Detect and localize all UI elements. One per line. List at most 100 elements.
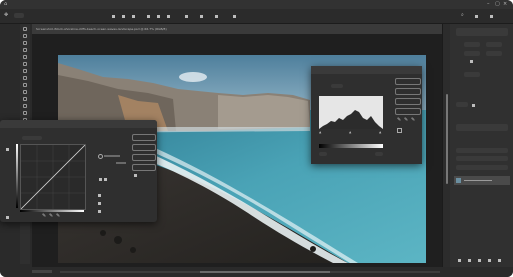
horizontal-scroll-thumb[interactable] [200, 271, 330, 273]
workspace-icon[interactable] [475, 15, 478, 18]
menu-bar: ⌂ – ▢ × [0, 0, 513, 9]
white-point-slider-icon[interactable]: ▲ [379, 130, 381, 135]
on-image-adjust-icon[interactable] [6, 216, 9, 219]
curves-options-button[interactable] [132, 164, 156, 171]
curves-ok-button[interactable] [132, 134, 156, 141]
levels-title-bar[interactable] [311, 66, 422, 74]
align-right-icon[interactable] [132, 15, 135, 18]
align-left-icon[interactable] [112, 15, 115, 18]
output-white-field[interactable] [375, 152, 383, 156]
move-tool-icon[interactable]: ✥ [4, 13, 8, 18]
3d-mode-icon[interactable] [233, 15, 236, 18]
preview-checkbox[interactable] [134, 174, 137, 177]
lasso-tool[interactable] [23, 41, 27, 45]
new-layer-icon[interactable] [488, 259, 491, 262]
blur-tool[interactable] [23, 111, 27, 115]
mask-icon[interactable] [478, 259, 481, 262]
curves-option-label [116, 162, 126, 164]
eyedropper-gray-icon[interactable]: ✎ [49, 214, 53, 219]
levels-ok-button[interactable] [395, 78, 421, 85]
align-top-icon[interactable] [147, 15, 150, 18]
curves-channel-radio[interactable] [98, 154, 103, 159]
align-icon[interactable] [472, 104, 475, 107]
preview-checkbox[interactable] [397, 128, 402, 133]
quick-actions-header[interactable] [456, 124, 508, 131]
zoom-readout [32, 270, 52, 273]
curves-cancel-button[interactable] [132, 144, 156, 151]
layers-header[interactable] [456, 148, 508, 153]
link-icon[interactable] [470, 60, 473, 63]
eyedropper-black-icon[interactable]: ✎ [397, 118, 401, 123]
levels-auto-button[interactable] [395, 98, 421, 105]
document-tab[interactable]: Screenshot-iStock-shoreline-cliffs-beach… [32, 24, 452, 34]
more-options-icon[interactable] [215, 15, 218, 18]
maximize-icon[interactable]: ▢ [495, 2, 500, 7]
align-center-icon[interactable] [122, 15, 125, 18]
distribute-vertical-icon[interactable] [200, 15, 203, 18]
show-intersection-checkbox[interactable] [98, 210, 101, 213]
eyedropper-white-icon[interactable]: ✎ [56, 214, 60, 219]
layer-name [464, 180, 492, 181]
auto-select-checkbox[interactable] [14, 13, 24, 18]
eyedropper-gray-icon[interactable]: ✎ [404, 118, 408, 123]
curves-output-gradient [16, 144, 18, 208]
blend-mode-select[interactable] [456, 165, 508, 170]
layer-row[interactable] [454, 176, 510, 185]
magic-wand-tool[interactable] [23, 48, 27, 52]
y-field[interactable] [486, 51, 502, 56]
eyedropper-white-icon[interactable]: ✎ [411, 118, 415, 123]
show-clipping-checkbox[interactable] [99, 178, 102, 181]
show-histogram-checkbox[interactable] [98, 202, 101, 205]
share-icon[interactable] [490, 15, 493, 18]
output-black-field[interactable] [319, 152, 327, 156]
minimize-icon[interactable]: – [487, 2, 490, 7]
eraser-tool[interactable] [23, 97, 27, 101]
width-field[interactable] [464, 42, 480, 47]
gray-point-slider-icon[interactable]: ▲ [349, 130, 351, 135]
distribute-icon[interactable] [185, 15, 188, 18]
horizontal-scrollbar[interactable] [60, 271, 440, 273]
x-field[interactable] [464, 51, 480, 56]
levels-histogram [319, 96, 383, 129]
link-layers-icon[interactable] [458, 259, 461, 262]
home-icon[interactable]: ⌂ [4, 2, 7, 7]
show-overlay-checkbox[interactable] [104, 178, 107, 181]
options-bar: ✥ ⌕ [0, 9, 513, 24]
panel-header[interactable] [456, 28, 508, 36]
marquee-tool[interactable] [23, 34, 27, 38]
crop-tool[interactable] [23, 55, 27, 59]
align-middle-icon[interactable] [157, 15, 160, 18]
brush-tool[interactable] [23, 76, 27, 80]
layers-filter[interactable] [456, 156, 508, 161]
search-icon[interactable]: ⌕ [461, 13, 464, 18]
trash-icon[interactable] [498, 259, 501, 262]
move-tool[interactable] [23, 27, 27, 31]
curves-dialog: ✎ ✎ ✎ [0, 120, 157, 222]
clone-stamp-tool[interactable] [23, 83, 27, 87]
eyedropper-tool[interactable] [23, 62, 27, 66]
history-brush-tool[interactable] [23, 90, 27, 94]
curves-graph[interactable] [20, 144, 86, 210]
levels-channel-select[interactable] [331, 84, 343, 88]
black-point-slider-icon[interactable]: ▲ [319, 130, 321, 135]
eyedropper-black-icon[interactable]: ✎ [42, 214, 46, 219]
fx-icon[interactable] [468, 259, 471, 262]
curve-point-tool-icon[interactable] [6, 148, 9, 151]
angle-field[interactable] [464, 72, 480, 77]
curves-title-bar[interactable] [0, 120, 157, 128]
vertical-scrollbar[interactable] [446, 94, 448, 184]
curves-auto-button[interactable] [132, 154, 156, 161]
levels-options-button[interactable] [395, 108, 421, 115]
levels-cancel-button[interactable] [395, 88, 421, 95]
status-bar [0, 267, 513, 277]
show-baseline-checkbox[interactable] [98, 194, 101, 197]
curves-preset-select[interactable] [22, 136, 42, 140]
healing-tool[interactable] [23, 69, 27, 73]
curves-input-gradient [20, 210, 84, 212]
close-icon[interactable]: × [503, 2, 507, 7]
height-field[interactable] [486, 42, 502, 47]
align-button[interactable] [456, 102, 468, 107]
align-bottom-icon[interactable] [167, 15, 170, 18]
curves-channel-label [104, 155, 120, 157]
gradient-tool[interactable] [23, 104, 27, 108]
